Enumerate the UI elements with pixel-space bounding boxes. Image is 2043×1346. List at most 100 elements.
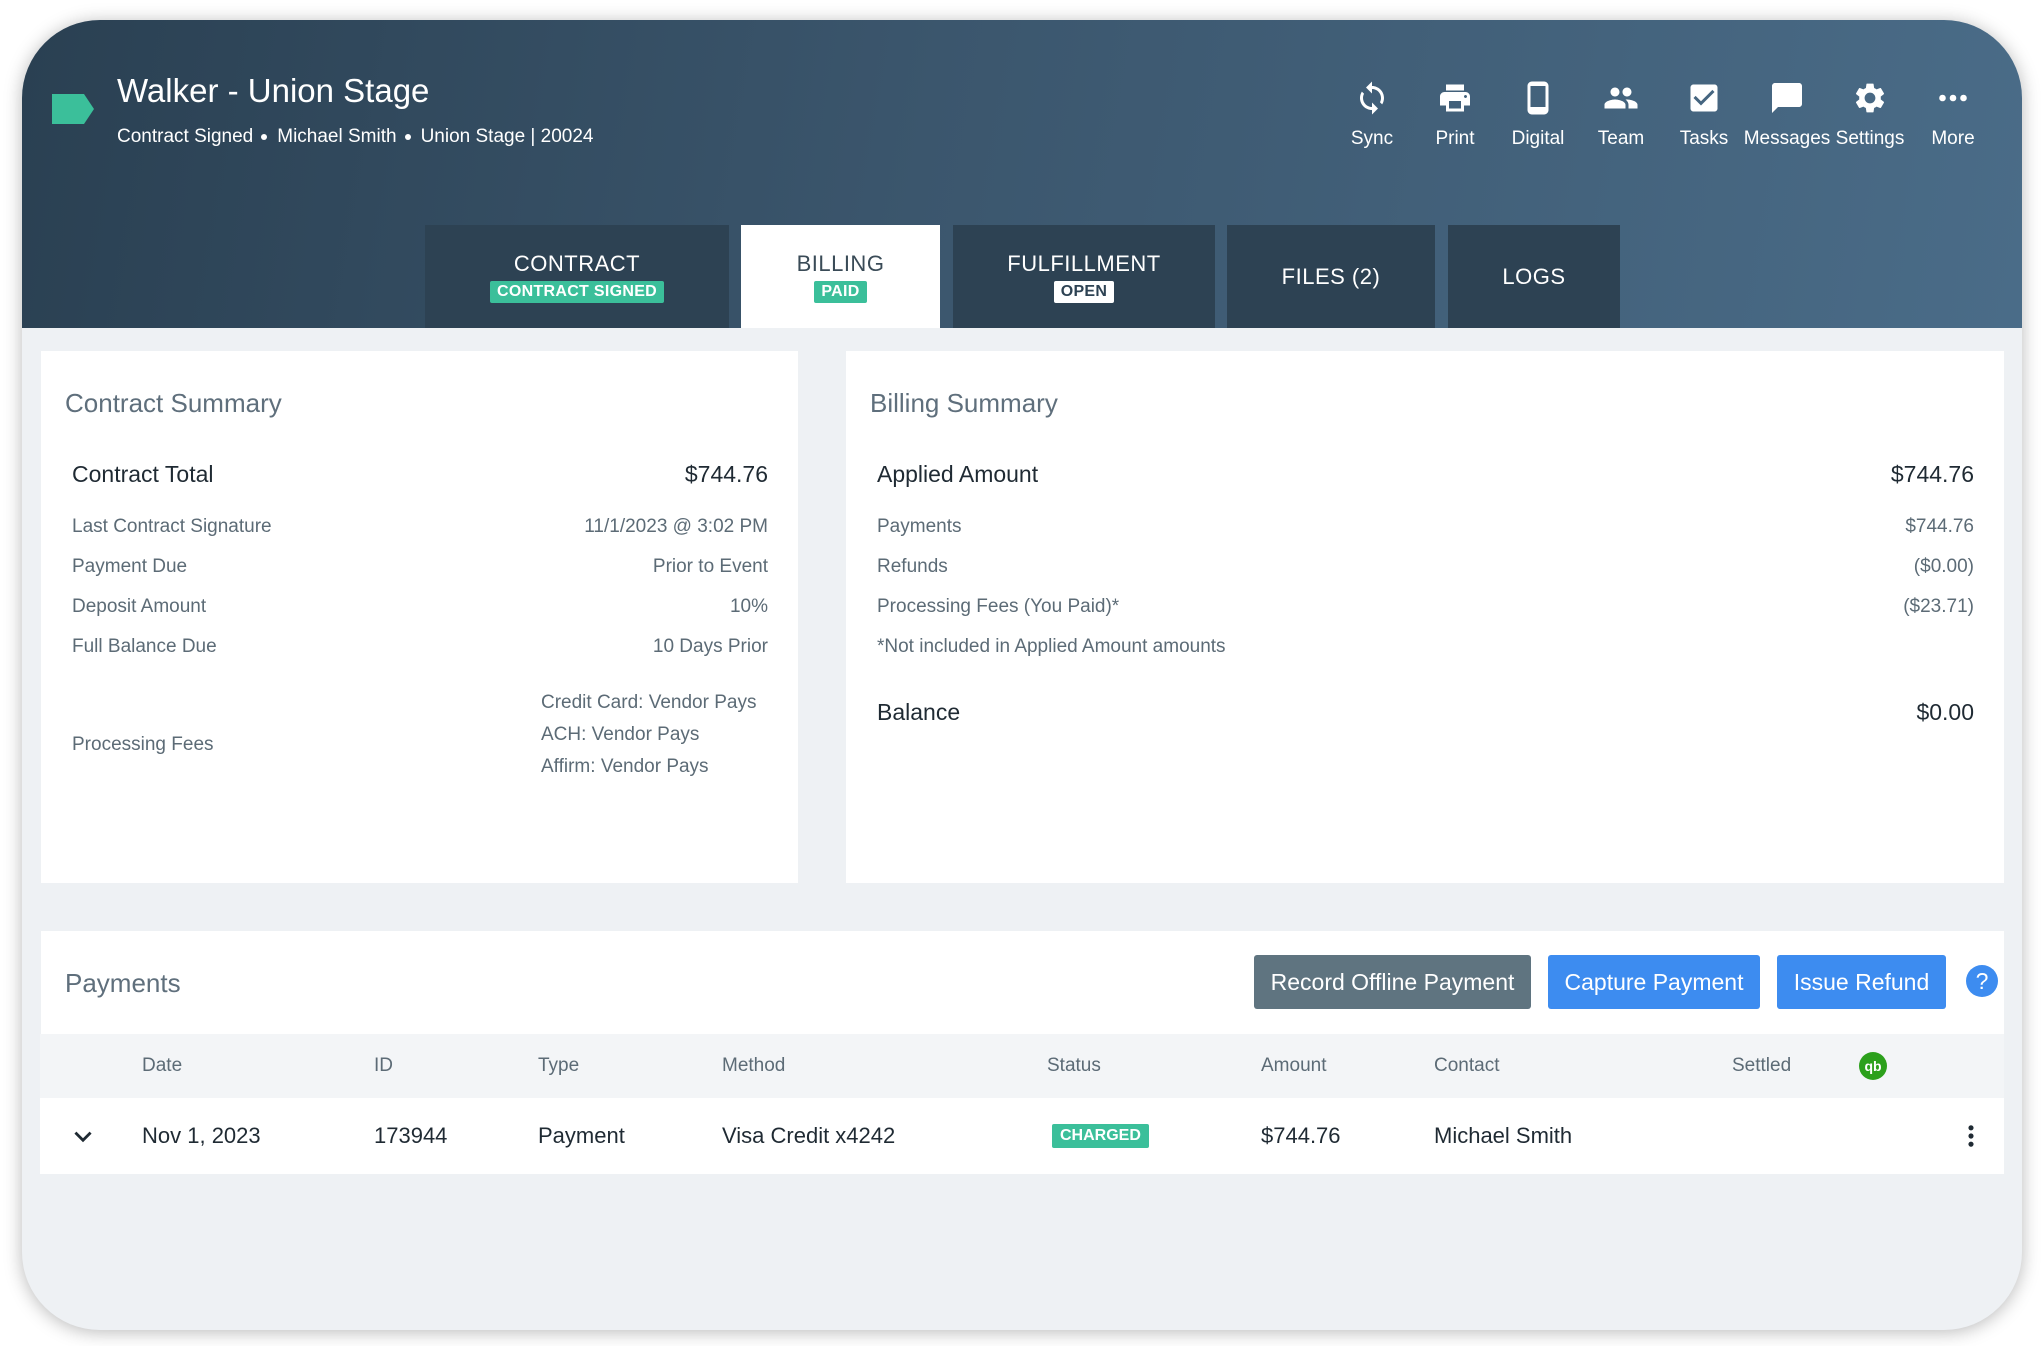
- billing-summary-card: Billing Summary Applied Amount $744.76 P…: [846, 351, 2004, 883]
- row-value: ($0.00): [1913, 556, 1974, 577]
- print-icon: [1440, 84, 1470, 112]
- fee-affirm: Affirm: Vendor Pays: [541, 756, 709, 777]
- payments-table-header: Date ID Type Method Status Amount Contac…: [40, 1034, 2004, 1098]
- capture-payment-button[interactable]: Capture Payment: [1548, 955, 1760, 1009]
- column-header-date[interactable]: Date: [142, 1034, 182, 1098]
- row-label: Balance: [877, 699, 961, 725]
- row-label: Processing Fees (You Paid)*: [877, 596, 1120, 617]
- tab-logs[interactable]: LOGS: [1448, 225, 1620, 328]
- tab-label: LOGS: [1502, 263, 1566, 289]
- issue-refund-button[interactable]: Issue Refund: [1777, 955, 1946, 1009]
- tab-bar: CONTRACT CONTRACT SIGNED BILLING PAID FU…: [22, 225, 2022, 328]
- row-value: $0.00: [1916, 699, 1974, 725]
- summary-row: Payment Due Prior to Event: [72, 556, 768, 578]
- sync-icon: [1360, 81, 1384, 115]
- row-label: Payments: [877, 516, 962, 537]
- row-label: Refunds: [877, 556, 948, 577]
- processing-fees-label-row: Processing Fees: [72, 734, 372, 756]
- summary-row: Refunds ($0.00): [877, 556, 1974, 578]
- tab-billing[interactable]: BILLING PAID: [741, 225, 940, 328]
- cell-date: Nov 1, 2023: [142, 1123, 261, 1148]
- sync-label: Sync: [1350, 128, 1394, 149]
- status-badge: PAID: [814, 280, 867, 303]
- cell-method: Visa Credit x4242: [722, 1123, 896, 1148]
- column-header-type[interactable]: Type: [538, 1034, 579, 1098]
- fee-ach: ACH: Vendor Pays: [541, 724, 700, 745]
- tab-fulfillment[interactable]: FULFILLMENT OPEN: [953, 225, 1215, 328]
- quickbooks-icon: qb: [1859, 1052, 1887, 1080]
- section-title: Payments: [65, 968, 181, 998]
- tab-label: BILLING: [796, 250, 885, 276]
- kebab-menu-icon[interactable]: [1957, 1122, 1985, 1150]
- cell-amount: $744.76: [1261, 1123, 1341, 1148]
- footnote-row: *Not included in Applied Amount amounts: [877, 636, 1974, 658]
- summary-row: Processing Fees (You Paid)* ($23.71): [877, 596, 1974, 618]
- tab-label: FULFILLMENT: [1007, 250, 1161, 276]
- settings-label: Settings: [1835, 128, 1905, 149]
- row-value: ($23.71): [1903, 596, 1974, 617]
- header: Walker - Union Stage Contract Signed Mic…: [22, 20, 2022, 328]
- cell-contact: Michael Smith: [1434, 1123, 1573, 1148]
- column-header-method[interactable]: Method: [722, 1034, 785, 1098]
- tasks-label: Tasks: [1679, 128, 1729, 149]
- contract-summary-card: Contract Summary Contract Total $744.76 …: [41, 351, 798, 883]
- team-icon: [1604, 87, 1638, 109]
- processing-fees-values: Credit Card: Vendor Pays ACH: Vendor Pay…: [541, 687, 756, 783]
- more-icon: [1939, 94, 1967, 102]
- column-header-amount[interactable]: Amount: [1261, 1034, 1326, 1098]
- gear-icon: [1855, 83, 1885, 113]
- row-label: Applied Amount: [877, 461, 1039, 487]
- toolbar: Sync Print Digital Team Tasks Messages S…: [22, 80, 2022, 160]
- table-row[interactable]: Nov 1, 2023 173944 Payment Visa Credit x…: [40, 1098, 2004, 1174]
- row-value: 10%: [729, 596, 768, 617]
- row-value: $744.76: [684, 461, 768, 487]
- status-badge: OPEN: [1053, 280, 1115, 303]
- record-offline-payment-button[interactable]: Record Offline Payment: [1254, 955, 1531, 1009]
- column-header-id[interactable]: ID: [374, 1034, 393, 1098]
- row-value: 11/1/2023 @ 3:02 PM: [584, 516, 768, 537]
- row-label: Contract Total: [72, 461, 214, 487]
- svg-text:?: ?: [1976, 968, 1989, 994]
- summary-row: Full Balance Due 10 Days Prior: [72, 636, 768, 658]
- help-icon[interactable]: ?: [1965, 964, 1999, 998]
- app-window: Walker - Union Stage Contract Signed Mic…: [22, 20, 2022, 1330]
- cell-id: 173944: [374, 1123, 448, 1148]
- phone-icon: [1527, 81, 1549, 115]
- fee-credit-card: Credit Card: Vendor Pays: [541, 692, 757, 713]
- more-button[interactable]: More: [1898, 80, 2008, 160]
- digital-label: Digital: [1511, 128, 1565, 149]
- applied-amount-row: Applied Amount $744.76: [877, 461, 1974, 488]
- svg-text:qb: qb: [1864, 1058, 1881, 1074]
- contract-total-row: Contract Total $744.76: [72, 461, 768, 488]
- summary-row: Payments $744.76: [877, 516, 1974, 538]
- row-label: Last Contract Signature: [72, 516, 272, 537]
- tab-files[interactable]: FILES (2): [1227, 225, 1435, 328]
- column-header-contact[interactable]: Contact: [1434, 1034, 1499, 1098]
- chevron-down-icon[interactable]: [70, 1124, 96, 1150]
- column-header-settled[interactable]: Settled: [1732, 1034, 1791, 1098]
- payments-header: Payments Record Offline Payment Capture …: [41, 931, 2004, 1034]
- footnote: *Not included in Applied Amount amounts: [877, 636, 1226, 657]
- row-value: Prior to Event: [652, 556, 768, 577]
- status-badge: CHARGED: [1052, 1124, 1149, 1148]
- column-header-status[interactable]: Status: [1047, 1034, 1101, 1098]
- row-label: Full Balance Due: [72, 636, 217, 657]
- row-value: $744.76: [1905, 516, 1974, 537]
- checkbox-icon: [1690, 84, 1718, 112]
- tab-label: CONTRACT: [513, 250, 641, 276]
- card-title: Billing Summary: [870, 388, 1058, 418]
- card-title: Contract Summary: [65, 388, 282, 418]
- balance-row: Balance $0.00: [877, 699, 1974, 726]
- summary-row: Last Contract Signature 11/1/2023 @ 3:02…: [72, 516, 768, 538]
- row-label: Processing Fees: [72, 734, 214, 755]
- summary-row: Deposit Amount 10%: [72, 596, 768, 618]
- row-value: 10 Days Prior: [652, 636, 768, 657]
- team-label: Team: [1597, 128, 1645, 149]
- tab-contract[interactable]: CONTRACT CONTRACT SIGNED: [425, 225, 729, 328]
- row-label: Deposit Amount: [72, 596, 207, 617]
- status-badge: CONTRACT SIGNED: [489, 280, 665, 303]
- tab-label: FILES (2): [1281, 263, 1381, 289]
- cell-type: Payment: [538, 1123, 625, 1148]
- print-label: Print: [1435, 128, 1475, 149]
- message-icon: [1772, 83, 1802, 113]
